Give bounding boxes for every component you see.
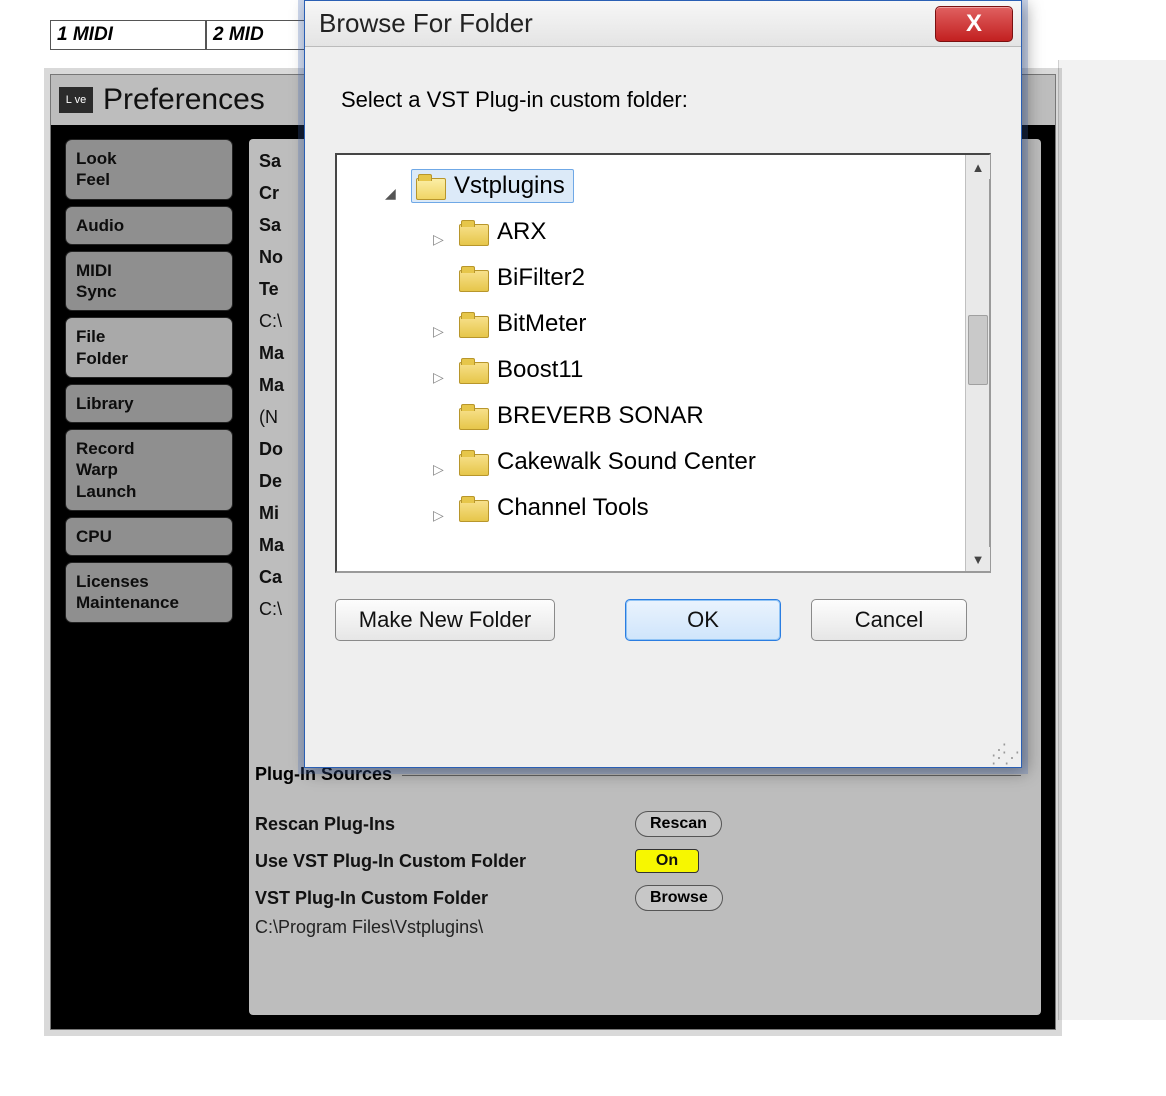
tree-item-label: BitMeter (497, 310, 586, 338)
browse-button[interactable]: Browse (635, 885, 723, 911)
close-button[interactable]: X (935, 6, 1013, 42)
browse-for-folder-dialog: Browse For Folder X Select a VST Plug-in… (304, 0, 1022, 768)
use-vst-custom-folder-label: Use VST Plug-In Custom Folder (255, 851, 635, 872)
midi-tab-1[interactable]: 1 MIDI (50, 20, 206, 50)
sidebar-item-midi-sync[interactable]: MIDI Sync (65, 251, 233, 312)
vst-custom-folder-path: C:\Program Files\Vstplugins\ (255, 917, 483, 938)
close-icon: X (966, 10, 982, 38)
sidebar-item-look-feel[interactable]: Look Feel (65, 139, 233, 200)
tree-item[interactable]: BitMeter (349, 301, 961, 347)
expander-none (433, 407, 451, 425)
background-window-ghost (1058, 60, 1166, 1020)
tree-root-label: Vstplugins (454, 172, 565, 200)
vst-custom-folder-label: VST Plug-In Custom Folder (255, 888, 635, 909)
sidebar-item-library[interactable]: Library (65, 384, 233, 423)
tree-item[interactable]: BiFilter2 (349, 255, 961, 301)
rescan-plugins-label: Rescan Plug-Ins (255, 814, 635, 835)
cancel-button[interactable]: Cancel (811, 599, 967, 641)
sidebar-item-cpu[interactable]: CPU (65, 517, 233, 556)
preferences-title: Preferences (103, 83, 265, 117)
plugin-sources-section: Plug-In Sources (255, 775, 1021, 797)
folder-icon (459, 450, 487, 474)
folder-icon (459, 496, 487, 520)
hidden-settings-fragment: Sa Cr Sa No Te C:\ Ma Ma (N Do De Mi Ma … (259, 145, 284, 625)
tree-item[interactable]: Channel Tools (349, 485, 961, 531)
scrollbar[interactable]: ▲ ▼ (965, 155, 989, 571)
expander-right-icon[interactable] (433, 453, 451, 471)
scroll-down-icon[interactable]: ▼ (966, 547, 990, 571)
folder-icon (416, 174, 444, 198)
preferences-sidebar: Look Feel Audio MIDI Sync File Folder Li… (65, 139, 233, 1015)
scroll-up-icon[interactable]: ▲ (966, 155, 990, 179)
ok-button[interactable]: OK (625, 599, 781, 641)
tree-item-label: Boost11 (497, 356, 583, 384)
tree-item-label: BREVERB SONAR (497, 402, 704, 430)
folder-icon (459, 404, 487, 428)
sidebar-item-licenses-maintenance[interactable]: Licenses Maintenance (65, 562, 233, 623)
resize-grip-icon[interactable]: ⋰⋰⋰ (991, 747, 1017, 763)
rescan-button[interactable]: Rescan (635, 811, 722, 837)
dialog-title: Browse For Folder (319, 8, 533, 39)
tree-item[interactable]: Boost11 (349, 347, 961, 393)
sidebar-item-file-folder[interactable]: File Folder (65, 317, 233, 378)
expander-right-icon[interactable] (433, 361, 451, 379)
dialog-titlebar[interactable]: Browse For Folder X (305, 1, 1021, 47)
dialog-prompt: Select a VST Plug-in custom folder: (341, 87, 991, 113)
expander-right-icon[interactable] (433, 315, 451, 333)
make-new-folder-button[interactable]: Make New Folder (335, 599, 555, 641)
sidebar-item-audio[interactable]: Audio (65, 206, 233, 245)
sidebar-item-record-warp-launch[interactable]: Record Warp Launch (65, 429, 233, 511)
tree-item[interactable]: BREVERB SONAR (349, 393, 961, 439)
use-vst-custom-folder-toggle[interactable]: On (635, 849, 699, 873)
folder-icon (459, 312, 487, 336)
tree-item[interactable]: ARX (349, 209, 961, 255)
folder-icon (459, 358, 487, 382)
folder-icon (459, 266, 487, 290)
folder-icon (459, 220, 487, 244)
tree-item[interactable]: Cakewalk Sound Center (349, 439, 961, 485)
tree-item-label: ARX (497, 218, 546, 246)
tree-root-row[interactable]: Vstplugins (349, 163, 961, 209)
expander-down-icon[interactable] (385, 177, 403, 195)
tree-item-label: Channel Tools (497, 494, 649, 522)
expander-right-icon[interactable] (433, 499, 451, 517)
tree-item-label: BiFilter2 (497, 264, 585, 292)
expander-none (433, 269, 451, 287)
scroll-thumb[interactable] (968, 315, 988, 385)
expander-right-icon[interactable] (433, 223, 451, 241)
app-logo: L ve (59, 87, 93, 113)
tree-item-label: Cakewalk Sound Center (497, 448, 756, 476)
folder-tree: Vstplugins ARX BiFilter2 BitMeter (335, 153, 991, 573)
